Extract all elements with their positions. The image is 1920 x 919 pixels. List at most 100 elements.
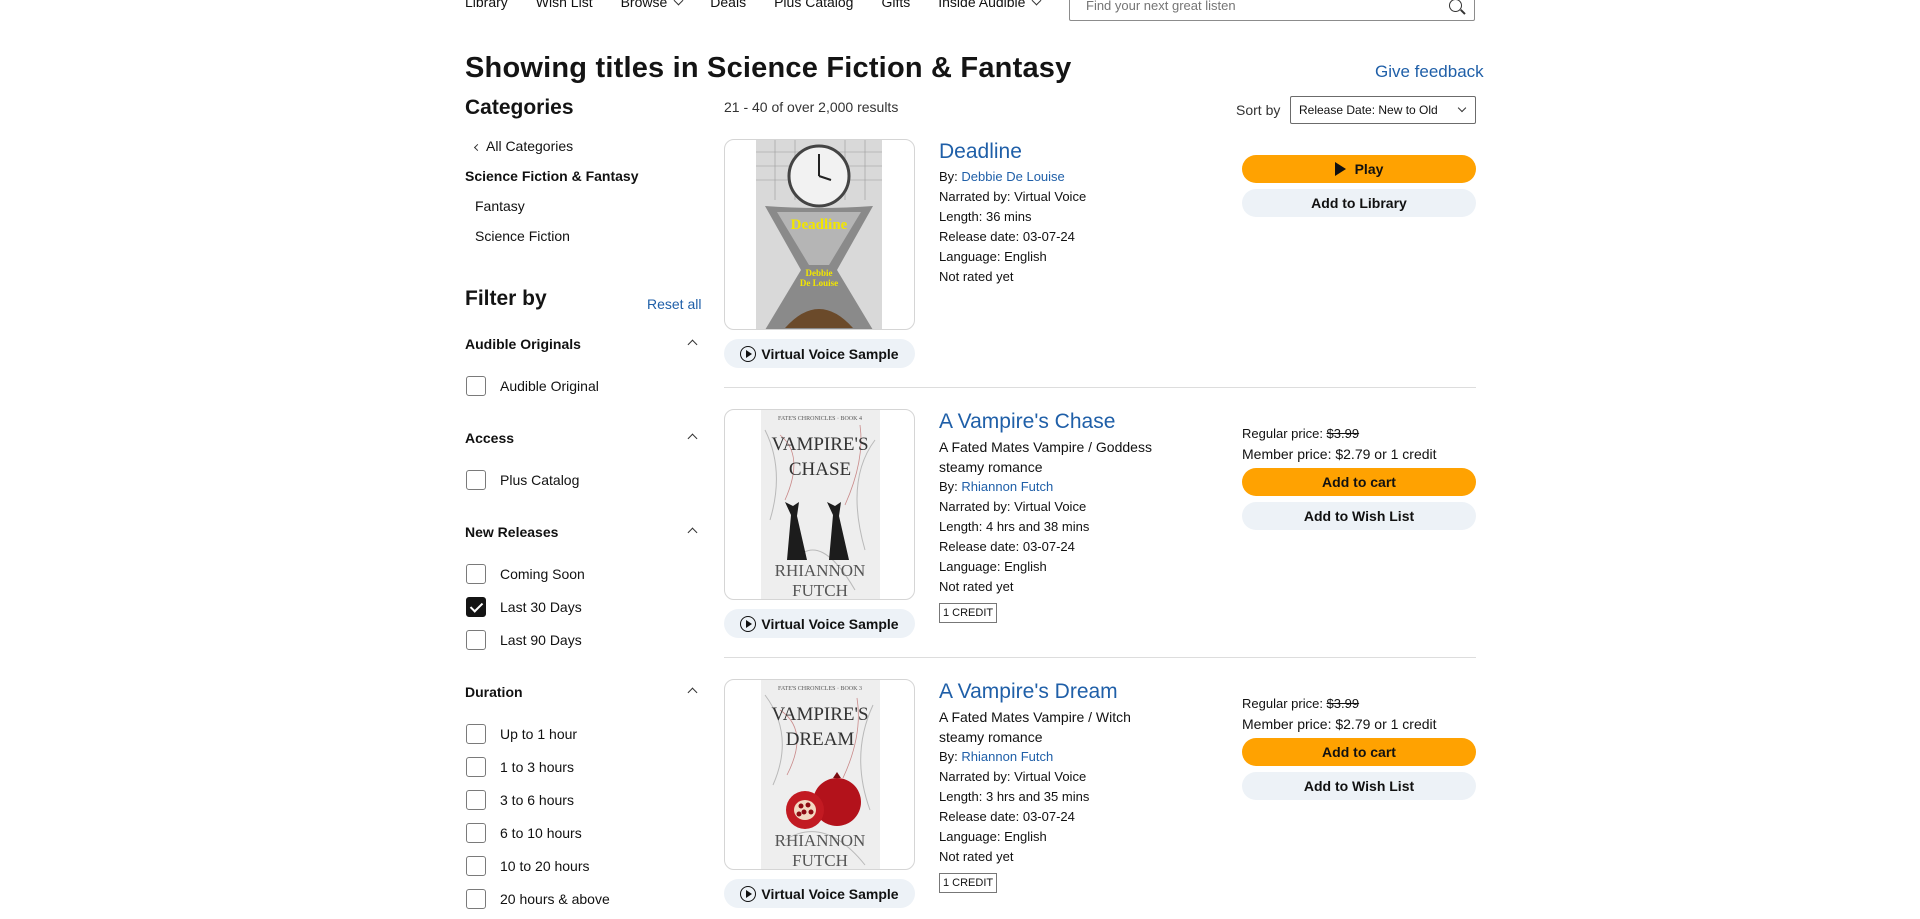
filter-option-label: 10 to 20 hours: [500, 858, 590, 874]
play-circle-icon: [740, 345, 757, 362]
checkbox[interactable]: [466, 470, 486, 490]
checkbox[interactable]: [466, 376, 486, 396]
filter-duration-10-20h[interactable]: 10 to 20 hours: [466, 856, 590, 876]
sample-button[interactable]: Virtual Voice Sample: [724, 609, 915, 638]
filter-group-access[interactable]: Access: [465, 430, 700, 446]
checkbox[interactable]: [466, 564, 486, 584]
filter-last-90-days[interactable]: Last 90 Days: [466, 630, 582, 650]
chevron-up-icon: [687, 433, 698, 444]
filter-last-30-days[interactable]: Last 30 Days: [466, 597, 582, 617]
result-author-line: By: Rhiannon Futch: [939, 477, 1179, 497]
result-narrator: Narrated by: Virtual Voice: [939, 189, 1087, 204]
result-title[interactable]: A Vampire's Dream: [939, 679, 1179, 705]
cover-author-last: De Louise: [800, 278, 838, 288]
sample-button[interactable]: Virtual Voice Sample: [724, 879, 915, 908]
nav-deals[interactable]: Deals: [710, 0, 746, 12]
play-button[interactable]: Play: [1242, 155, 1476, 183]
result-subtitle: A Fated Mates Vampire / Witch steamy rom…: [939, 709, 1131, 745]
filter-option-label: Last 30 Days: [500, 599, 582, 615]
nav-browse[interactable]: Browse: [620, 0, 684, 12]
all-categories-link[interactable]: All Categories: [473, 138, 574, 154]
result-title[interactable]: Deadline: [939, 139, 1179, 165]
all-categories-label: All Categories: [486, 138, 574, 154]
cover-author-first: RHIANNON: [775, 561, 866, 580]
author-link[interactable]: Rhiannon Futch: [961, 749, 1053, 764]
filter-option-label: 1 to 3 hours: [500, 759, 574, 775]
result-narrator: Narrated by: Virtual Voice: [939, 499, 1087, 514]
subcategory-fantasy[interactable]: Fantasy: [475, 198, 525, 214]
filter-group-label: Access: [465, 430, 515, 446]
filter-group-audible-originals[interactable]: Audible Originals: [465, 336, 700, 352]
divider: [724, 657, 1476, 658]
sort-by-label: Sort by: [1236, 102, 1281, 118]
add-to-wish-list-button[interactable]: Add to Wish List: [1242, 502, 1476, 530]
filter-option-label: Audible Original: [500, 378, 599, 394]
nav-wish-list[interactable]: Wish List: [536, 0, 593, 12]
filter-heading: Filter by: [465, 287, 547, 310]
nav-gifts[interactable]: Gifts: [881, 0, 910, 12]
by-label: By:: [939, 169, 958, 184]
search-input[interactable]: [1086, 0, 1426, 13]
subcategory-science-fiction[interactable]: Science Fiction: [475, 228, 570, 244]
result-author-line: By: Debbie De Louise: [939, 167, 1179, 187]
nav-plus-catalog[interactable]: Plus Catalog: [774, 0, 853, 12]
give-feedback-link[interactable]: Give feedback: [1375, 62, 1484, 82]
filter-group-duration[interactable]: Duration: [465, 684, 700, 700]
checkbox[interactable]: [466, 790, 486, 810]
author-link[interactable]: Debbie De Louise: [961, 169, 1064, 184]
checkbox[interactable]: [466, 889, 486, 909]
member-price: Member price: $2.79 or 1 credit: [1242, 716, 1437, 732]
filter-group-new-releases[interactable]: New Releases: [465, 524, 700, 540]
search-icon[interactable]: [1449, 0, 1462, 12]
result-actions: Regular price: $3.99 Member price: $2.79…: [1242, 424, 1476, 530]
add-to-cart-button[interactable]: Add to cart: [1242, 738, 1476, 766]
result-rating: Not rated yet: [939, 579, 1014, 594]
chevron-down-icon: [1031, 0, 1042, 5]
checkbox[interactable]: [466, 856, 486, 876]
filter-duration-up-to-1h[interactable]: Up to 1 hour: [466, 724, 577, 744]
current-category: Science Fiction & Fantasy: [465, 168, 639, 184]
filter-duration-3-6h[interactable]: 3 to 6 hours: [466, 790, 574, 810]
filter-duration-6-10h[interactable]: 6 to 10 hours: [466, 823, 582, 843]
checkbox[interactable]: [466, 724, 486, 744]
checkbox[interactable]: [466, 630, 486, 650]
result-actions: Regular price: $3.99 Member price: $2.79…: [1242, 694, 1476, 800]
filter-option-label: Up to 1 hour: [500, 726, 578, 742]
filter-plus-catalog[interactable]: Plus Catalog: [466, 470, 579, 490]
cover-title-line-1: VAMPIRE'S: [771, 704, 868, 725]
sample-label: Virtual Voice Sample: [761, 345, 899, 362]
add-to-library-button[interactable]: Add to Library: [1242, 189, 1476, 217]
cover-title-line-1: VAMPIRE'S: [771, 434, 868, 455]
filter-duration-20h-plus[interactable]: 20 hours & above: [466, 889, 610, 909]
checkbox-checked[interactable]: [466, 597, 486, 617]
filter-audible-original[interactable]: Audible Original: [466, 376, 599, 396]
cover-image-deadline[interactable]: Deadline Debbie De Louise: [724, 139, 915, 330]
add-to-wish-list-button[interactable]: Add to Wish List: [1242, 772, 1476, 800]
nav-browse-label: Browse: [620, 0, 668, 10]
nav-inside-audible[interactable]: Inside Audible: [938, 0, 1042, 12]
cover-title: Deadline: [791, 217, 848, 233]
checkbox[interactable]: [466, 757, 486, 777]
filter-coming-soon[interactable]: Coming Soon: [466, 564, 585, 584]
result-rating: Not rated yet: [939, 849, 1014, 864]
filter-option-label: Last 90 Days: [500, 632, 582, 648]
cover-image-vampires-dream[interactable]: FATE'S CHRONICLES · BOOK 3 VAMPIRE'S DRE…: [724, 679, 915, 870]
search-box: [1069, 0, 1475, 21]
result-info: Deadline By: Debbie De Louise Narrated b…: [939, 139, 1179, 287]
add-to-cart-button[interactable]: Add to cart: [1242, 468, 1476, 496]
cover-image-vampires-chase[interactable]: FATE'S CHRONICLES · BOOK 4 VAMPIRE'S CHA…: [724, 409, 915, 600]
chevron-left-icon: [473, 143, 482, 152]
results-count: 21 - 40 of over 2,000 results: [724, 99, 899, 115]
sample-label: Virtual Voice Sample: [761, 885, 899, 902]
regular-price-value: $3.99: [1326, 696, 1360, 711]
sample-button[interactable]: Virtual Voice Sample: [724, 339, 915, 368]
nav-library[interactable]: Library: [465, 0, 508, 12]
filter-duration-1-3h[interactable]: 1 to 3 hours: [466, 757, 574, 777]
result-info: A Vampire's Chase A Fated Mates Vampire …: [939, 409, 1179, 623]
sort-select[interactable]: Release Date: New to Old: [1290, 96, 1476, 124]
result-title[interactable]: A Vampire's Chase: [939, 409, 1179, 435]
cover-art: Deadline Debbie De Louise: [756, 140, 882, 329]
reset-all-link[interactable]: Reset all: [647, 296, 701, 312]
checkbox[interactable]: [466, 823, 486, 843]
author-link[interactable]: Rhiannon Futch: [961, 479, 1053, 494]
